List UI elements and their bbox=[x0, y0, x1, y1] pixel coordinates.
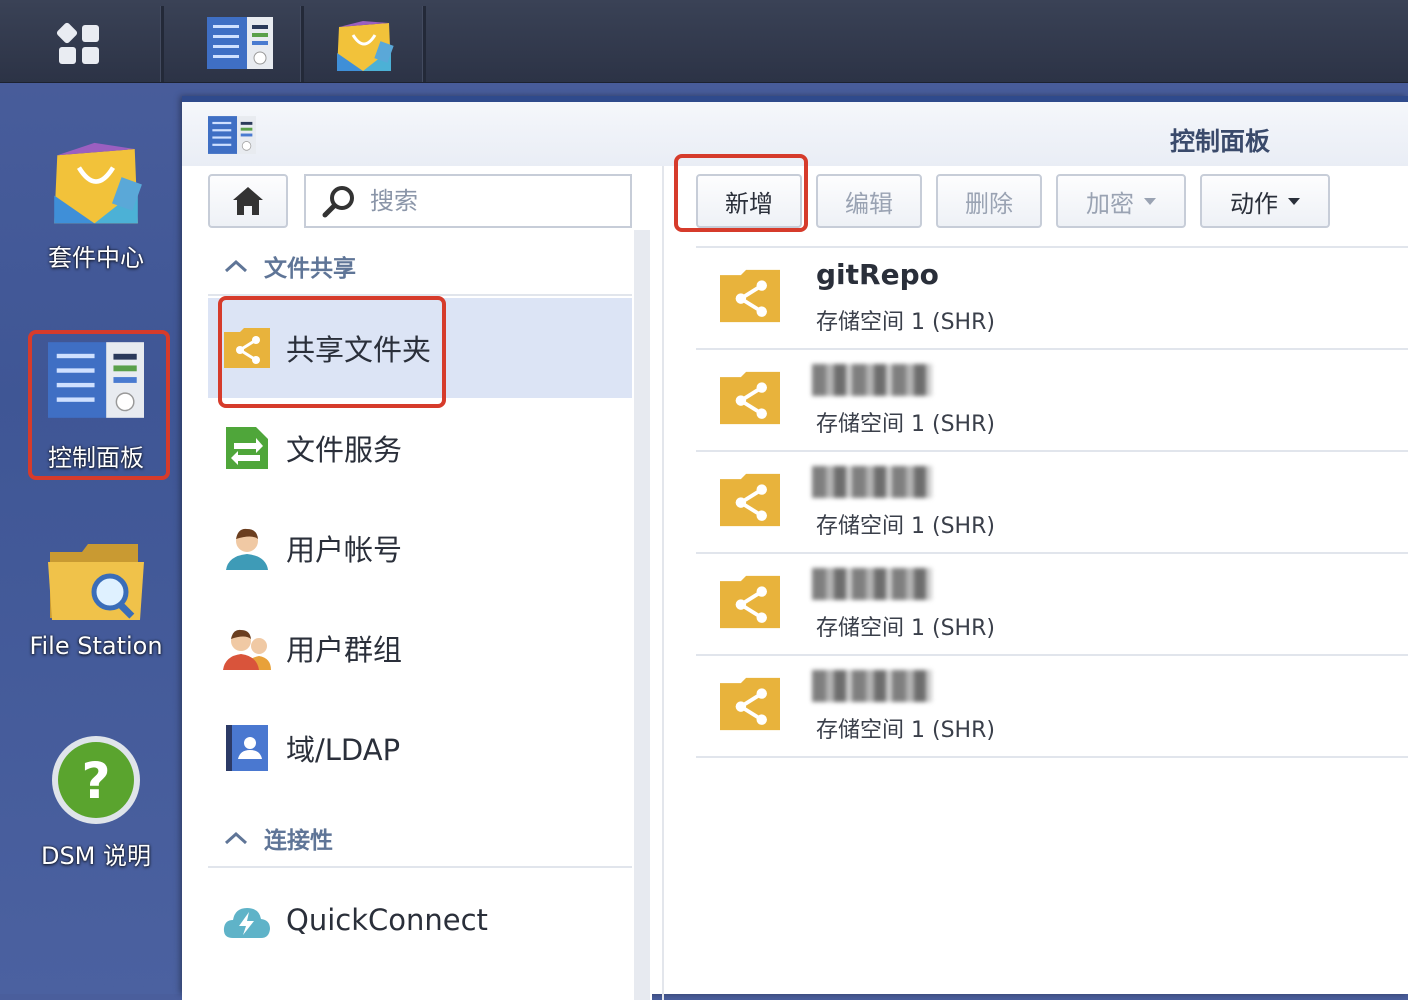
redacted-folder-name bbox=[812, 670, 932, 702]
button-label: 删除 bbox=[965, 189, 1013, 218]
file-services-icon bbox=[226, 427, 268, 469]
nav-item-label: 域/LDAP bbox=[286, 733, 401, 767]
desktop-label: DSM 说明 bbox=[40, 842, 152, 870]
desktop-control-panel[interactable]: 控制面板 bbox=[16, 342, 176, 473]
nav-item-label: 用户帐号 bbox=[286, 533, 403, 567]
desktop-package-center[interactable]: 套件中心 bbox=[16, 132, 176, 273]
section-file-sharing[interactable]: 文件共享 bbox=[208, 238, 632, 296]
search-field[interactable] bbox=[304, 174, 632, 228]
button-label: 编辑 bbox=[845, 189, 893, 218]
window-title: 控制面板 bbox=[1169, 127, 1270, 156]
shared-folder-list: gitRepo 存储空间 1 (SHR) 存储空间 1 (SHR) 存储空间 1… bbox=[696, 246, 1408, 758]
section-title: 连接性 bbox=[264, 828, 333, 854]
control-panel-icon bbox=[48, 342, 144, 418]
pane-divider bbox=[662, 166, 664, 1000]
quickconnect-icon bbox=[223, 908, 270, 938]
control-panel-window: 控制面板 文件共享 bbox=[182, 96, 1408, 1000]
redacted-folder-name bbox=[812, 364, 932, 396]
nav-item-file-services[interactable]: 文件服务 bbox=[208, 398, 632, 498]
control-panel-icon bbox=[207, 17, 273, 69]
folder-location: 存储空间 1 (SHR) bbox=[816, 514, 995, 539]
shared-folder-icon bbox=[720, 575, 780, 629]
shared-folder-icon bbox=[720, 371, 780, 425]
table-row[interactable]: 存储空间 1 (SHR) bbox=[696, 656, 1408, 758]
main-menu-icon bbox=[56, 22, 99, 64]
highlight-frame bbox=[218, 296, 446, 408]
button-label: 加密 bbox=[1086, 189, 1134, 218]
highlight-frame bbox=[674, 154, 808, 232]
encrypt-menu-button[interactable]: 加密 bbox=[1056, 174, 1186, 228]
package-center-icon bbox=[54, 142, 142, 224]
nav-item-label: QuickConnect bbox=[286, 903, 488, 937]
action-menu-button[interactable]: 动作 bbox=[1200, 174, 1330, 228]
main-menu-button[interactable] bbox=[0, 6, 158, 80]
shared-folder-icon bbox=[720, 269, 780, 323]
redacted-folder-name bbox=[812, 568, 932, 600]
taskbar-divider bbox=[160, 6, 164, 82]
nav-item-user[interactable]: 用户帐号 bbox=[208, 498, 632, 598]
file-station-icon bbox=[48, 544, 144, 620]
section-title: 文件共享 bbox=[264, 256, 356, 282]
caret-down-icon bbox=[1144, 197, 1156, 205]
chevron-up-icon bbox=[224, 831, 248, 845]
search-input[interactable] bbox=[368, 186, 612, 216]
taskbar-package-center[interactable] bbox=[304, 6, 424, 80]
nav-item-group[interactable]: 用户群组 bbox=[208, 598, 632, 698]
taskbar-divider bbox=[422, 6, 426, 82]
svg-text:?: ? bbox=[81, 752, 110, 810]
folder-location: 存储空间 1 (SHR) bbox=[816, 616, 995, 641]
delete-button[interactable]: 删除 bbox=[936, 174, 1042, 228]
desktop-file-station[interactable]: File Station bbox=[16, 538, 176, 660]
caret-down-icon bbox=[1288, 197, 1300, 205]
table-row[interactable]: gitRepo 存储空间 1 (SHR) bbox=[696, 248, 1408, 350]
group-icon bbox=[223, 629, 271, 670]
desktop-label: 套件中心 bbox=[48, 244, 144, 272]
navigation-scrollbar[interactable] bbox=[634, 230, 650, 1000]
section-connectivity[interactable]: 连接性 bbox=[208, 810, 632, 868]
folder-location: 存储空间 1 (SHR) bbox=[816, 718, 995, 743]
folder-location: 存储空间 1 (SHR) bbox=[816, 412, 995, 437]
table-row[interactable]: 存储空间 1 (SHR) bbox=[696, 554, 1408, 656]
ldap-icon bbox=[226, 725, 268, 771]
button-label: 动作 bbox=[1230, 189, 1278, 218]
taskbar-control-panel[interactable] bbox=[180, 6, 300, 80]
edit-button[interactable]: 编辑 bbox=[816, 174, 922, 228]
desktop-label: 控制面板 bbox=[48, 444, 144, 472]
nav-item-ldap[interactable]: 域/LDAP bbox=[208, 698, 632, 798]
package-center-icon bbox=[337, 21, 394, 71]
shared-folder-icon bbox=[720, 473, 780, 527]
desktop-label: File Station bbox=[29, 632, 163, 660]
user-icon bbox=[226, 528, 268, 570]
desktop-dsm-help[interactable]: ? DSM 说明 bbox=[16, 734, 176, 871]
redacted-folder-name bbox=[812, 466, 932, 498]
folder-name: gitRepo bbox=[816, 258, 939, 291]
navigation-pane: 文件共享 共享文件夹 文件服务 bbox=[182, 166, 652, 1000]
nav-item-quickconnect[interactable]: QuickConnect bbox=[208, 870, 632, 970]
nav-item-label: 用户群组 bbox=[286, 633, 403, 667]
folder-location: 存储空间 1 (SHR) bbox=[816, 310, 995, 335]
nav-item-label: 文件服务 bbox=[286, 433, 403, 467]
taskbar bbox=[0, 0, 1408, 83]
search-icon bbox=[322, 186, 354, 218]
table-row[interactable]: 存储空间 1 (SHR) bbox=[696, 452, 1408, 554]
shared-folder-icon bbox=[720, 677, 780, 731]
help-icon: ? bbox=[52, 736, 140, 824]
chevron-up-icon bbox=[224, 259, 248, 273]
home-button[interactable] bbox=[208, 174, 288, 228]
home-icon bbox=[233, 187, 263, 215]
control-panel-icon bbox=[208, 116, 256, 154]
table-row[interactable]: 存储空间 1 (SHR) bbox=[696, 350, 1408, 452]
